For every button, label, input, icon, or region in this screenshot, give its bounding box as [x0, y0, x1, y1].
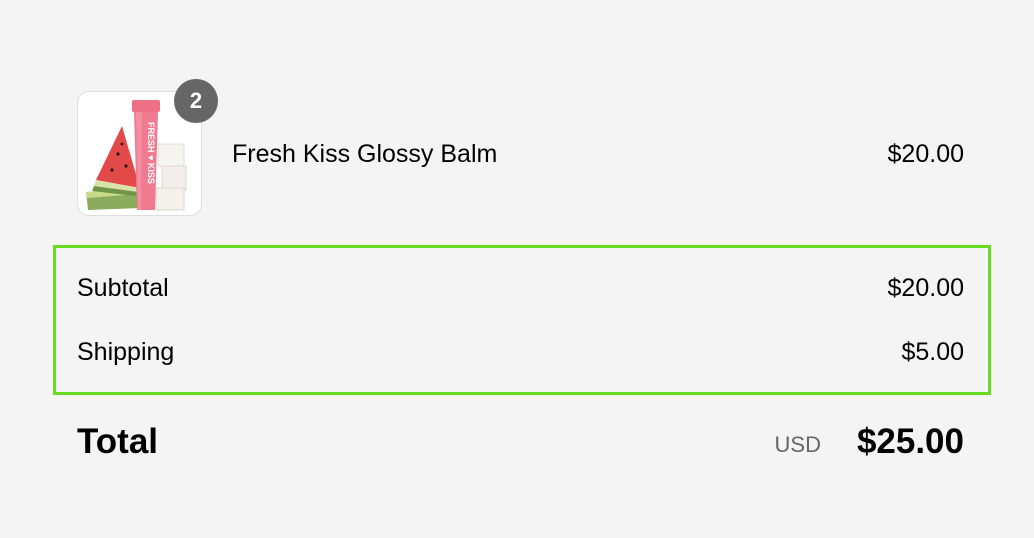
quantity-badge: 2 [174, 79, 218, 123]
line-item: FRESH ♥ KISS 2 Fresh Kiss Glossy Balm $2… [77, 79, 964, 218]
total-amount: $25.00 [856, 422, 964, 461]
total-currency: USD [774, 432, 821, 457]
shipping-value: $5.00 [901, 338, 964, 366]
order-summary-page: FRESH ♥ KISS 2 Fresh Kiss Glossy Balm $2… [0, 0, 1034, 538]
product-name: Fresh Kiss Glossy Balm [232, 140, 498, 168]
shipping-label: Shipping [77, 338, 175, 366]
total-label: Total [77, 422, 159, 461]
subtotal-label: Subtotal [77, 274, 169, 302]
product-price: $20.00 [887, 140, 964, 168]
tube-label: FRESH ♥ KISS [146, 122, 156, 184]
total-row: Total USD $25.00 [77, 420, 964, 464]
subtotal-value: $20.00 [887, 274, 964, 302]
subtotal-row: Subtotal $20.00 [77, 272, 964, 304]
cost-summary: Subtotal $20.00 Shipping $5.00 [53, 245, 991, 395]
shipping-row: Shipping $5.00 [77, 336, 964, 368]
